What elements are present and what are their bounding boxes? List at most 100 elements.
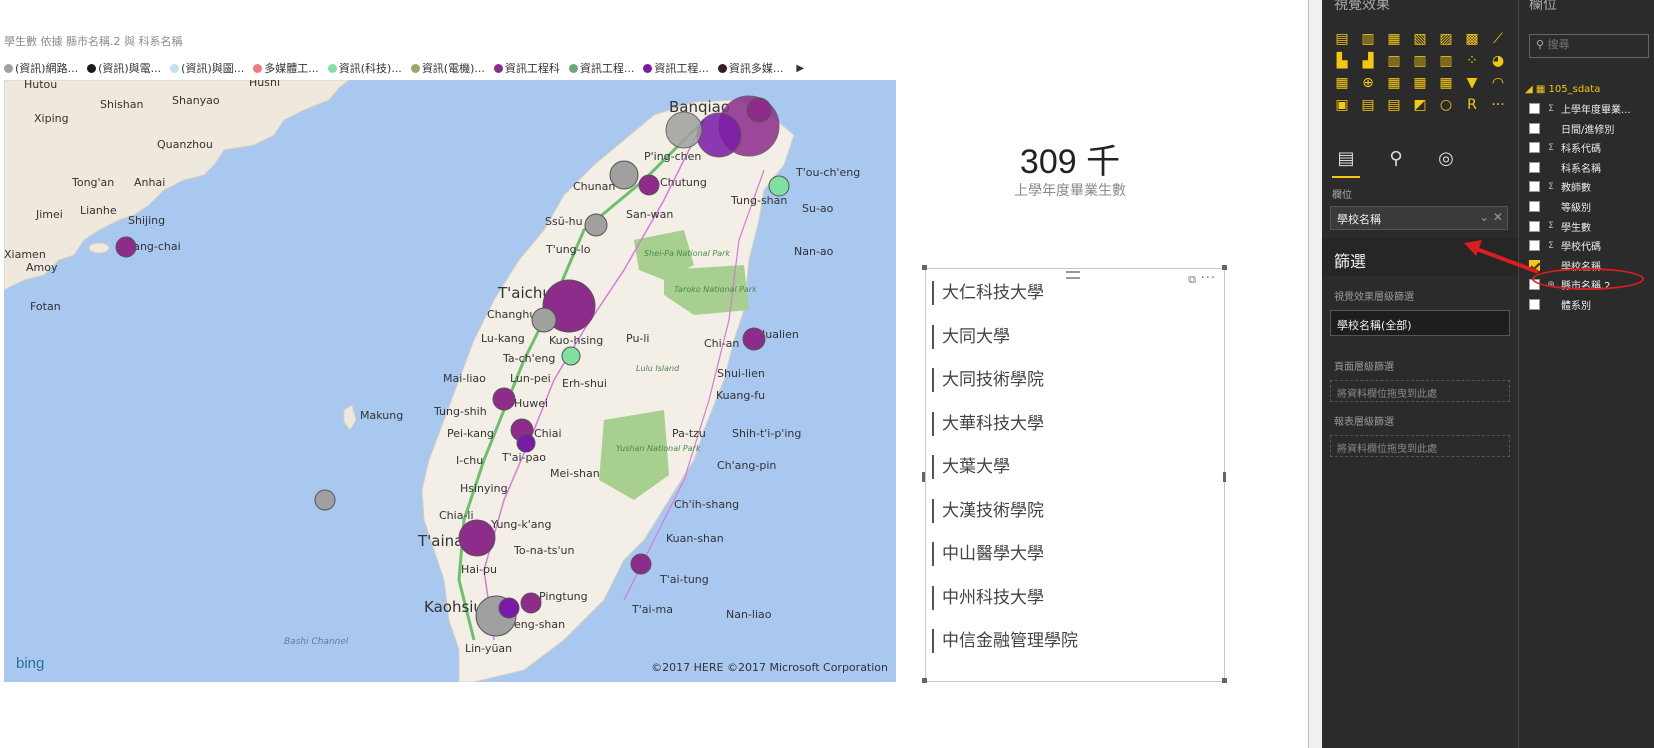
resize-handle[interactable] [922,265,927,270]
visual-type-icon[interactable]: ◩ [1410,96,1430,114]
field-checkbox[interactable] [1529,201,1540,212]
field-checkbox[interactable] [1529,220,1540,232]
field-row[interactable]: 科系名稱 [1529,159,1653,176]
field-checkbox[interactable] [1529,161,1540,173]
field-checkbox[interactable] [1529,181,1540,193]
field-row[interactable]: Σ 科系代碼 [1529,139,1653,156]
fields-search-input[interactable] [1547,38,1632,51]
place-label: Bashi Channel [284,637,349,647]
visual-type-icon[interactable]: ▦ [1332,74,1352,92]
field-checkbox[interactable] [1529,142,1540,154]
expand-icon[interactable]: ◢ [1525,84,1533,95]
visual-type-icon[interactable]: ▟ [1358,52,1378,70]
field-row[interactable]: Σ 教師數 [1529,178,1653,195]
field-row[interactable]: 體系別 [1529,296,1653,313]
legend-item[interactable]: 資訊(科技)... [327,60,402,76]
place-label: Amoy [26,261,58,274]
place-label: Nan-liao [726,608,772,621]
slicer-item[interactable]: 大華科技大學 [932,411,1044,436]
visual-type-icon[interactable]: ▙ [1332,52,1352,70]
visual-type-icon[interactable]: ▧ [1410,30,1430,48]
place-label: Chutung [660,176,707,189]
fields-search-box[interactable]: ⚲ [1529,34,1649,58]
school-name-slicer[interactable]: ⧉ ··· 大仁科技大學 大同大學大同技術學院 大華科技大學 大葉大學大漢技術學院 中山… [925,268,1225,682]
resize-handle[interactable] [922,678,927,683]
visual-type-icon[interactable]: ⁘ [1462,52,1482,70]
field-well-controls[interactable]: ⌄ ✕ [1479,210,1503,224]
slicer-item[interactable]: 大同大學 [932,324,1010,349]
visual-type-icon[interactable]: ▥ [1436,52,1456,70]
field-row[interactable]: 日間/進修別 [1529,120,1653,137]
visual-type-icon[interactable]: ▥ [1358,30,1378,48]
visual-type-icon[interactable]: ▦ [1384,74,1404,92]
visual-type-icon[interactable]: ▥ [1410,52,1430,70]
more-options-icon[interactable]: ··· [1201,271,1216,286]
legend-item[interactable]: 資訊工程... [643,60,709,76]
field-row[interactable]: Σ 學校代碼 [1529,237,1653,254]
visual-filter-chip[interactable]: 學校名稱(全部) [1330,310,1510,336]
drag-handle-icon[interactable] [1066,271,1080,279]
resize-handle[interactable] [1222,265,1227,270]
legend-item[interactable]: 多媒體工... [253,60,319,76]
visual-type-icon[interactable]: ⟋ [1488,30,1508,48]
field-type-icon: Σ [1548,181,1554,192]
visual-type-icon[interactable]: ○ [1436,96,1456,114]
resize-handle[interactable] [922,472,925,482]
visual-type-icon[interactable]: ▩ [1462,30,1482,48]
slicer-item[interactable]: 大仁科技大學 [932,281,1044,305]
visual-type-icon[interactable]: ▤ [1332,30,1352,48]
visual-type-icon[interactable]: ⊕ [1358,74,1378,92]
visual-type-icon[interactable]: ▤ [1384,96,1404,114]
slicer-item[interactable]: 中州科技大學 [932,585,1044,610]
field-row[interactable]: Σ 上學年度畢業... [1529,100,1653,117]
visual-type-icon[interactable]: ▣ [1332,96,1352,114]
field-checkbox[interactable] [1529,240,1540,252]
field-checkbox[interactable] [1529,103,1540,114]
visual-type-icon[interactable]: ▦ [1410,74,1430,92]
table-node[interactable]: ◢ ▦ 105_sdata [1525,84,1600,95]
visual-type-icon[interactable]: ▼ [1462,74,1482,92]
fields-tab-icon[interactable]: ▤ [1332,148,1360,178]
visual-type-icon[interactable]: ··· [1488,96,1508,114]
slicer-item[interactable]: 中信金融管理學院 [932,629,1078,653]
visual-type-icon[interactable]: R [1462,96,1482,114]
map-canvas[interactable]: Hutou Husni Xiping Shishan Shanyao Quanz… [4,80,896,682]
focus-mode-icon[interactable]: ⧉ [1188,273,1196,287]
visual-type-icon[interactable]: ◠ [1488,74,1508,92]
field-well-school-name[interactable]: 學校名稱 ⌄ ✕ [1330,206,1508,230]
legend-next-icon[interactable]: ▶ [796,63,804,74]
legend-marker [170,63,180,73]
map-legend[interactable]: (資訊)網路... (資訊)與電... (資訊)與圖... 多媒體工... 資訊(科技)… [4,60,894,76]
pane-divider[interactable] [1308,0,1322,748]
field-checkbox[interactable] [1529,122,1540,134]
analytics-tab-icon[interactable]: ◎ [1432,148,1460,178]
resize-handle[interactable] [1223,472,1226,482]
visual-type-icon[interactable]: ▨ [1436,30,1456,48]
visual-type-icon[interactable]: ▤ [1358,96,1378,114]
legend-item[interactable]: 資訊多媒... [717,60,783,76]
place-label: Shih-t'i-p'ing [732,427,801,440]
visual-type-icon[interactable]: ▦ [1436,74,1456,92]
legend-item[interactable]: 資訊(電機)... [410,60,485,76]
place-label: Anhai [134,176,165,189]
field-row[interactable]: Σ 學生數 [1529,218,1653,235]
legend-item[interactable]: 資訊工程... [568,60,634,76]
legend-item[interactable]: (資訊)與電... [87,60,161,76]
field-checkbox[interactable] [1529,299,1540,310]
page-filter-drop-zone[interactable]: 將資料欄位拖曳到此處 [1330,380,1510,402]
slicer-item[interactable]: 大同技術學院 [932,368,1044,392]
visual-type-icon[interactable]: ▦ [1384,30,1404,48]
format-tab-icon[interactable]: ⚲ [1382,148,1410,178]
legend-item[interactable]: 資訊工程科 [493,60,560,76]
slicer-item[interactable]: 大葉大學 [932,455,1010,479]
field-row[interactable]: 等級別 [1529,198,1653,215]
slicer-item[interactable]: 大漢技術學院 [932,498,1044,523]
field-checkbox[interactable] [1529,259,1540,271]
resize-handle[interactable] [1222,678,1227,683]
visual-type-icon[interactable]: ▥ [1384,52,1404,70]
slicer-item[interactable]: 中山醫學大學 [932,542,1044,566]
visual-type-icon[interactable]: ◕ [1488,52,1508,70]
report-filter-drop-zone[interactable]: 將資料欄位拖曳到此處 [1330,435,1510,457]
legend-item[interactable]: (資訊)網路... [4,60,78,76]
legend-item[interactable]: (資訊)與圖... [170,60,244,76]
